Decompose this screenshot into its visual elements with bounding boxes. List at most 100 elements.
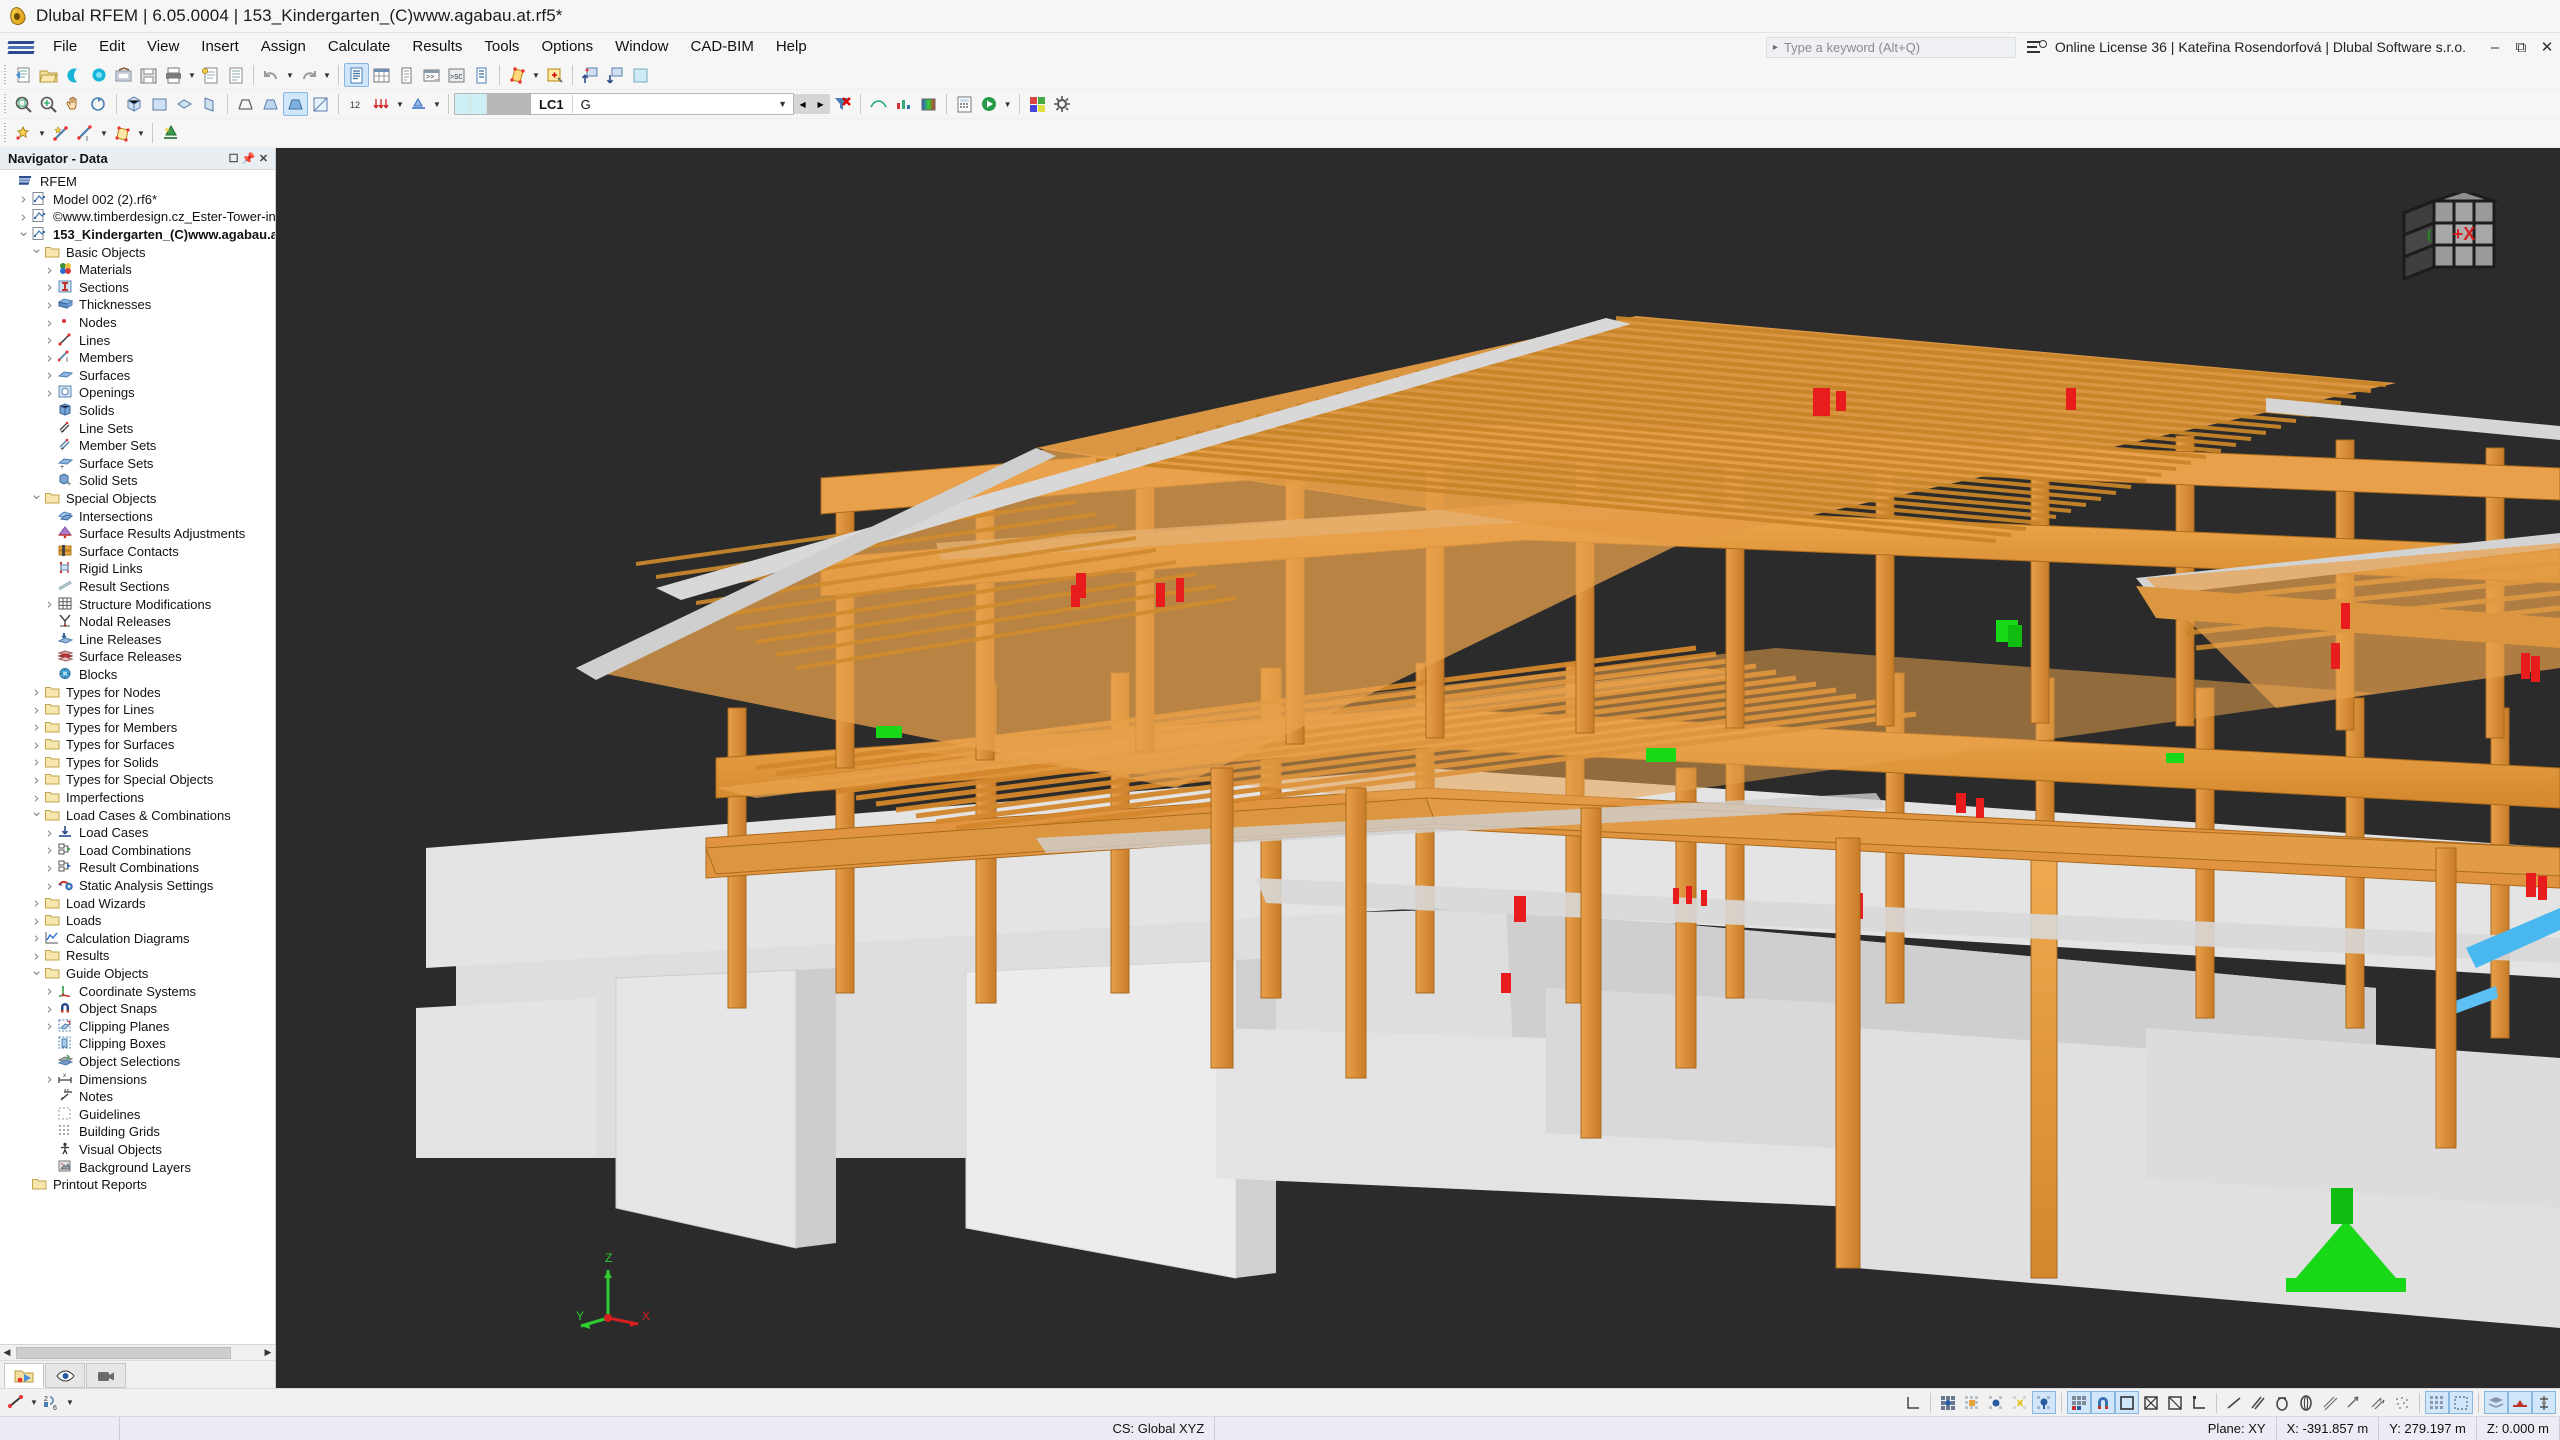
tree-item-load-cases[interactable]: Load Cases (0, 824, 275, 842)
tree-item-types-for-members[interactable]: Types for Members (0, 718, 275, 736)
tree-item-types-for-special-objects[interactable]: Types for Special Objects (0, 771, 275, 789)
navigator-panel-button[interactable] (344, 63, 369, 87)
tree-item-model-002-2-rf6[interactable]: Model 002 (2).rf6* (0, 191, 275, 209)
parallel-snap-icon[interactable] (2246, 1391, 2270, 1414)
new-member-button[interactable]: I (73, 121, 98, 145)
tree-item-thicknesses[interactable]: Thicknesses (0, 296, 275, 314)
tree-item-clipping-boxes[interactable]: Clipping Boxes (0, 1035, 275, 1053)
tree-item-members[interactable]: I Members (0, 349, 275, 367)
new-line-button[interactable] (48, 121, 73, 145)
chevron-right-icon[interactable] (28, 701, 45, 719)
chevron-right-icon[interactable] (28, 683, 45, 701)
snap-to-top-button[interactable] (578, 63, 603, 87)
tree-item-load-combinations[interactable]: Load Combinations (0, 842, 275, 860)
chevron-right-icon[interactable] (41, 331, 58, 349)
chevron-right-icon[interactable] (41, 1017, 58, 1035)
transparency-button[interactable] (308, 92, 333, 116)
new-member-dropdown-arrow[interactable]: ▼ (98, 121, 110, 145)
new-sheet-button[interactable] (198, 63, 223, 87)
ellipse-snap-icon[interactable] (2294, 1391, 2318, 1414)
view-orientation-cube[interactable]: +X ( (2390, 189, 2520, 306)
selection-window-icon[interactable] (2449, 1391, 2473, 1414)
select-objects-dropdown-arrow[interactable]: ▼ (28, 1391, 40, 1415)
toolbar2-grip[interactable] (3, 94, 8, 114)
new-object-button[interactable] (542, 63, 567, 87)
tree-item-clipping-planes[interactable]: Clipping Planes (0, 1018, 275, 1036)
print-button[interactable] (161, 63, 186, 87)
view-front-button[interactable] (147, 92, 172, 116)
keyword-search-input[interactable]: ▸ Type a keyword (Alt+Q) (1765, 36, 2016, 58)
settings-button[interactable] (1050, 92, 1075, 116)
menu-window[interactable]: Window (604, 34, 679, 60)
tree-item-coordinate-systems[interactable]: Coordinate Systems (0, 982, 275, 1000)
tree-item-blocks[interactable]: Blocks (0, 666, 275, 684)
details-panel-button[interactable] (469, 63, 494, 87)
navigator-tab-data[interactable] (4, 1363, 44, 1388)
load-case-prev-button[interactable]: ◀ (793, 94, 812, 114)
chevron-right-icon[interactable] (41, 1070, 58, 1088)
rstab-model-button[interactable] (86, 63, 111, 87)
tree-item-surface-results-adjustments[interactable]: Surface Results Adjustments (0, 525, 275, 543)
layers-icon[interactable] (2484, 1391, 2508, 1414)
navigator-pin-icon[interactable]: 📌 (241, 151, 256, 167)
chevron-right-icon[interactable] (28, 912, 45, 930)
tree-item-nodes[interactable]: Nodes (0, 314, 275, 332)
tree-item-load-wizards[interactable]: Load Wizards (0, 894, 275, 912)
chevron-right-icon[interactable] (41, 595, 58, 613)
results-internal-forces-button[interactable] (891, 92, 916, 116)
magnet-snap-icon[interactable] (2091, 1391, 2115, 1414)
line-snap-single-icon[interactable] (2222, 1391, 2246, 1414)
tree-item-line-releases[interactable]: Line Releases (0, 630, 275, 648)
menu-assign[interactable]: Assign (250, 34, 317, 60)
chevron-down-icon[interactable] (28, 965, 45, 983)
new-node-dropdown-arrow[interactable]: ▼ (36, 121, 48, 145)
show-supports-dropdown-arrow[interactable]: ▼ (431, 92, 443, 116)
scroll-thumb[interactable] (16, 1346, 231, 1359)
tree-item-printout-reports[interactable]: Printout Reports (0, 1176, 275, 1194)
snap-to-bottom-button[interactable] (603, 63, 628, 87)
close-button[interactable]: ✕ (2534, 33, 2560, 61)
surface-snap-icon[interactable] (2318, 1391, 2342, 1414)
tree-item-visual-objects[interactable]: Visual Objects (0, 1141, 275, 1159)
tree-item-intersections[interactable]: Intersections (0, 507, 275, 525)
chevron-right-icon[interactable] (41, 1000, 58, 1018)
menu-file[interactable]: File (42, 34, 88, 60)
toolbar3-grip[interactable] (3, 123, 8, 143)
results-deformation-button[interactable] (866, 92, 891, 116)
tree-item-static-analysis-settings[interactable]: Static Analysis Settings (0, 877, 275, 895)
tree-item-types-for-lines[interactable]: Types for Lines (0, 701, 275, 719)
node-snap-icon[interactable] (2366, 1391, 2390, 1414)
tree-item-notes[interactable]: xx Notes (0, 1088, 275, 1106)
tree-item-special-objects[interactable]: Special Objects (0, 490, 275, 508)
menu-help[interactable]: Help (765, 34, 818, 60)
save-button[interactable] (136, 63, 161, 87)
chevron-right-icon[interactable] (28, 929, 45, 947)
menu-view[interactable]: View (136, 34, 190, 60)
navigator-tree[interactable]: RFEMModel 002 (2).rf6* ©www.timberdesign.… (0, 170, 275, 1344)
menu-edit[interactable]: Edit (88, 34, 136, 60)
print-dropdown-arrow[interactable]: ▼ (186, 63, 198, 87)
zoom-all-button[interactable] (36, 92, 61, 116)
toolbar-grip[interactable] (3, 65, 8, 85)
tree-item-member-sets[interactable]: + Member Sets (0, 437, 275, 455)
clipping-toggle-button[interactable] (628, 63, 653, 87)
menu-results[interactable]: Results (401, 34, 473, 60)
object-snap-icon[interactable] (1960, 1391, 1984, 1414)
tree-item-www-timberdesign-cz-ester-tower-in-jeru[interactable]: ©www.timberdesign.cz_Ester-Tower-in-Jeru (0, 208, 275, 226)
member-snap-icon[interactable] (2342, 1391, 2366, 1414)
corner-snap-icon[interactable] (2187, 1391, 2211, 1414)
render-solid-button[interactable] (258, 92, 283, 116)
edit-surface-dropdown-arrow[interactable]: ▼ (530, 63, 542, 87)
chevron-down-icon[interactable] (28, 806, 45, 824)
tree-item-sections[interactable]: Sections (0, 279, 275, 297)
results-stresses-button[interactable] (916, 92, 941, 116)
tree-item-loads[interactable]: Loads (0, 912, 275, 930)
chevron-right-icon[interactable] (41, 278, 58, 296)
show-loads-button[interactable] (369, 92, 394, 116)
tree-item-materials[interactable]: Materials (0, 261, 275, 279)
chevron-right-icon[interactable] (41, 859, 58, 877)
tree-item-background-layers[interactable]: Background Layers (0, 1158, 275, 1176)
run-analysis-button[interactable] (977, 92, 1002, 116)
chevron-right-icon[interactable] (41, 982, 58, 1000)
tree-item-line-sets[interactable]: + Line Sets (0, 419, 275, 437)
